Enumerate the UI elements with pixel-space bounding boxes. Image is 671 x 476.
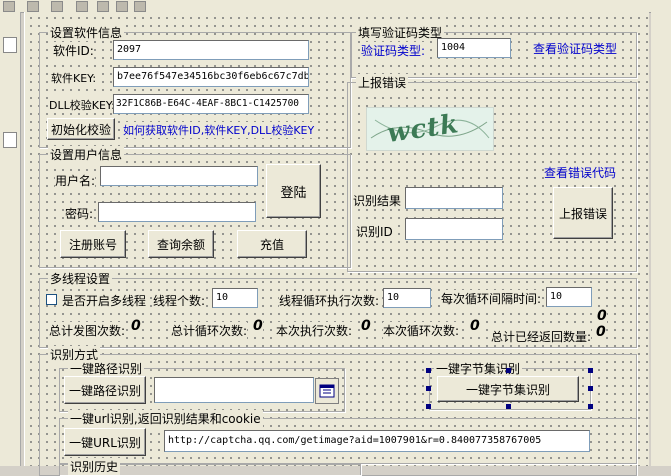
total-loops-label: 总计循环次数: bbox=[171, 322, 248, 339]
thread-count-field[interactable]: 10 bbox=[212, 288, 258, 308]
software-info-title: 设置软件信息 bbox=[48, 24, 125, 41]
software-id-label: 软件ID: bbox=[53, 42, 94, 59]
username-field[interactable] bbox=[100, 166, 258, 186]
selection-handle-mr[interactable] bbox=[588, 386, 593, 391]
software-key-label: 软件KEY: bbox=[51, 70, 97, 86]
user-info-title: 设置用户信息 bbox=[48, 146, 125, 163]
history-title: 识别历史 bbox=[68, 458, 121, 475]
recognition-id-label: 识别ID bbox=[356, 223, 393, 240]
register-button[interactable]: 注册账号 bbox=[60, 230, 126, 258]
selection-handle-bl[interactable] bbox=[426, 404, 431, 409]
loop-count-field[interactable]: 10 bbox=[383, 288, 431, 308]
current-loop-label: 本次循环次数: bbox=[383, 322, 460, 339]
selection-handle-bm[interactable] bbox=[506, 404, 511, 409]
interval-field[interactable]: 10 bbox=[546, 287, 592, 307]
recognition-id-field[interactable] bbox=[405, 218, 503, 240]
software-id-field[interactable]: 2097 bbox=[113, 40, 309, 60]
selection-handle-tl[interactable] bbox=[426, 368, 431, 373]
thread-count-label: 线程个数: bbox=[153, 292, 206, 309]
current-loop-value: 0 bbox=[470, 318, 480, 334]
selection-handle-br[interactable] bbox=[588, 404, 593, 409]
captcha-type-label: 验证码类型: bbox=[361, 42, 426, 59]
selection-handle-tr[interactable] bbox=[588, 368, 593, 373]
captcha-image: wctk bbox=[366, 107, 494, 151]
url-recognition-button[interactable]: 一键URL识别 bbox=[64, 428, 146, 456]
toolbar-icon-7[interactable] bbox=[134, 1, 146, 12]
username-label: 用户名: bbox=[55, 172, 96, 189]
bytes-recognition-button[interactable]: 一键字节集识别 bbox=[437, 376, 579, 402]
toolbar-icon-4[interactable] bbox=[76, 1, 88, 12]
toolbar-icon-3[interactable] bbox=[51, 1, 63, 12]
path-recognition-button[interactable]: 一键路径识别 bbox=[64, 376, 146, 404]
total-loops-value: 0 bbox=[253, 318, 263, 334]
toolbar-icon-1[interactable] bbox=[3, 1, 15, 12]
view-error-codes-link[interactable]: 查看错误代码 bbox=[544, 164, 617, 181]
password-field[interactable] bbox=[98, 202, 256, 222]
path-recognition-title: 一键路径识别 bbox=[68, 360, 145, 377]
returned-count-value: 0 bbox=[596, 324, 606, 340]
login-button[interactable]: 登陆 bbox=[266, 164, 321, 218]
captcha-type-field[interactable]: 1004 bbox=[437, 38, 511, 58]
view-captcha-types-link[interactable]: 查看验证码类型 bbox=[533, 40, 618, 57]
report-error-title: 上报错误 bbox=[356, 74, 409, 91]
selection-handle-ml[interactable] bbox=[426, 386, 431, 391]
total-sent-value: 0 bbox=[131, 318, 141, 334]
toolbar-icon-5[interactable] bbox=[97, 1, 109, 12]
software-key-field[interactable]: b7ee76f547e34516bc30f6eb6c67c7db bbox=[113, 67, 309, 87]
total-sent-label: 总计发图次数: bbox=[49, 322, 126, 339]
returned-count-top-value: 0 bbox=[597, 308, 607, 324]
designer-form: 设置软件信息 软件ID: 2097 软件KEY: b7ee76f547e3451… bbox=[24, 12, 649, 476]
recharge-button[interactable]: 充值 bbox=[237, 230, 307, 258]
selection-handle-tm[interactable] bbox=[506, 368, 511, 373]
captcha-type-title: 填写验证码类型 bbox=[356, 24, 445, 41]
dll-key-field[interactable]: 32F1C86B-E64C-4EAF-8BC1-C1425700 bbox=[113, 94, 309, 114]
init-check-button[interactable]: 初始化校验 bbox=[47, 118, 115, 140]
right-scroll-strip bbox=[651, 12, 671, 466]
returned-count-label: 总计已经返回数量: bbox=[491, 328, 592, 345]
dll-key-label: DLL校验KEY: bbox=[49, 97, 115, 113]
current-exec-value: 0 bbox=[361, 318, 371, 334]
current-exec-label: 本次执行次数: bbox=[276, 322, 353, 339]
calendar-icon bbox=[319, 384, 335, 398]
report-error-button[interactable]: 上报错误 bbox=[553, 187, 613, 239]
toolbar-icon-2[interactable] bbox=[27, 1, 39, 12]
password-label: 密码: bbox=[65, 205, 94, 222]
toolbox-item-2[interactable] bbox=[3, 132, 17, 148]
multithread-title: 多线程设置 bbox=[48, 270, 113, 287]
url-field[interactable]: http://captcha.qq.com/getimage?aid=10079… bbox=[164, 430, 590, 452]
path-field[interactable] bbox=[154, 377, 314, 403]
result-label: 识别结果 bbox=[353, 192, 402, 209]
left-toolbox-strip bbox=[0, 12, 21, 466]
loop-count-label: 线程循环执行次数: bbox=[279, 292, 380, 309]
file-picker-button[interactable] bbox=[315, 378, 339, 404]
enable-multithread-label: 是否开启多线程 bbox=[62, 292, 147, 309]
interval-label: 每次循环间隔时间: bbox=[441, 290, 542, 307]
toolbox-item-1[interactable] bbox=[3, 37, 17, 53]
result-field[interactable] bbox=[405, 187, 503, 209]
enable-multithread-checkbox[interactable] bbox=[46, 294, 57, 305]
toolbar-icon-6[interactable] bbox=[116, 1, 128, 12]
howto-get-keys-link[interactable]: 如何获取软件ID,软件KEY,DLL校验KEY bbox=[123, 122, 315, 138]
url-recognition-title: 一键url识别,返回识别结果和cookie bbox=[68, 410, 263, 427]
query-balance-button[interactable]: 查询余额 bbox=[148, 230, 214, 258]
